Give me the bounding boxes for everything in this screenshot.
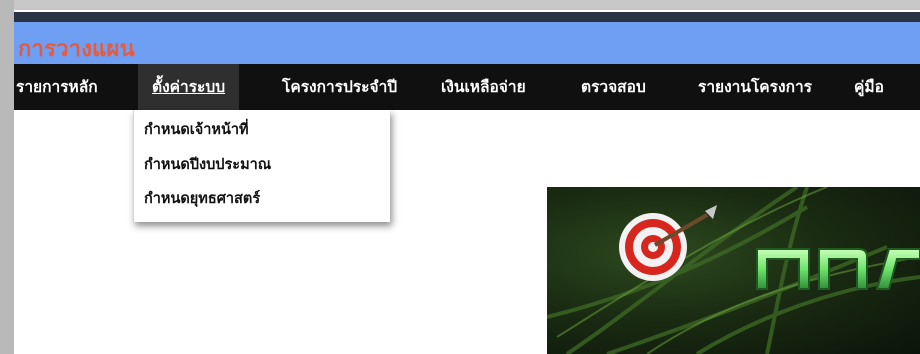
banner-graphic (547, 187, 920, 354)
menu-item-main-list[interactable]: รายการหลัก (16, 64, 98, 110)
menu-item-annual-projects[interactable]: โครงการประจำปี (282, 64, 397, 110)
window-frame-top (0, 0, 920, 10)
dropdown-item-set-strategy[interactable]: กำหนดยุทธศาสตร์ (144, 186, 260, 212)
menu-item-system-settings[interactable]: ตั้งค่าระบบ (138, 64, 240, 110)
dropdown-item-set-staff[interactable]: กำหนดเจ้าหน้าที่ (144, 117, 249, 143)
menu-item-remaining-budget[interactable]: เงินเหลือจ่าย (441, 64, 526, 110)
main-menu-bar: รายการหลัก ตั้งค่าระบบ โครงการประจำปี เง… (14, 64, 920, 110)
title-bar: การวางแผน (14, 22, 920, 64)
menu-item-manual[interactable]: คู่มือ (854, 64, 884, 110)
settings-dropdown-menu: กำหนดเจ้าหน้าที่ กำหนดปีงบประมาณ กำหนดยุ… (133, 110, 390, 222)
target-icon (619, 205, 717, 281)
app-title: การวางแผน (18, 37, 135, 62)
menu-item-review[interactable]: ตรวจสอบ (581, 64, 646, 110)
menu-item-project-report[interactable]: รายงานโครงการ (698, 64, 812, 110)
banner-image (547, 187, 920, 354)
window-frame-left (0, 0, 14, 354)
top-dark-strip (14, 12, 920, 22)
dropdown-item-set-fiscal-year[interactable]: กำหนดปีงบประมาณ (144, 152, 271, 178)
